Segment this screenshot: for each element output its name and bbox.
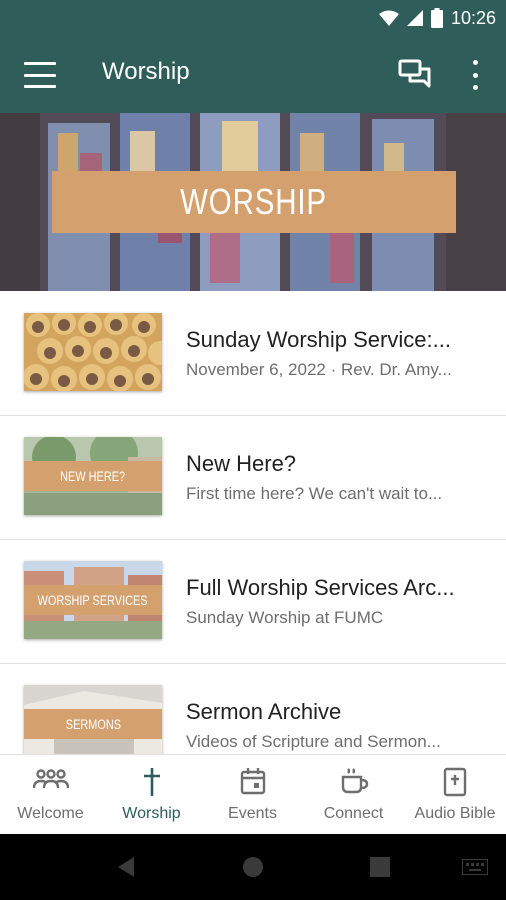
list-item-full-worship-services[interactable]: WORSHIP SERVICES Full Worship Services A… [0,539,506,664]
bible-icon [443,767,467,797]
people-icon [32,769,69,789]
signal-icon [406,10,423,26]
calendar-icon [240,768,265,795]
content-list: Sunday Worship Service:... November 6, 2… [0,291,506,754]
chat-icon[interactable] [398,58,432,90]
status-bar: 10:26 [0,0,506,36]
list-item-sermon-archive[interactable]: SERMONS Sermon Archive Videos of Scriptu… [0,663,506,754]
tab-welcome[interactable]: Welcome [0,755,101,835]
tab-label: Events [228,805,277,822]
recents-icon[interactable] [370,857,390,877]
bottom-navigation: Welcome Worship Events Connect Audio Bib… [0,754,506,835]
app-bar: Worship [0,36,506,113]
back-icon[interactable] [116,856,136,878]
list-item-new-here[interactable]: NEW HERE? New Here? First time here? We … [0,415,506,540]
system-navigation-bar [0,834,506,900]
cross-icon [143,768,160,796]
tab-worship[interactable]: Worship [101,755,202,835]
status-icons: 10:26 [378,6,496,30]
thumbnail-new-here: NEW HERE? [24,437,162,515]
tab-connect[interactable]: Connect [303,755,404,835]
item-title: Sermon Archive [186,699,342,724]
item-title: Full Worship Services Arc... [186,575,455,600]
tab-label: Connect [323,805,384,822]
thumbnail-sermons: SERMONS [24,685,162,754]
thumbnail-label: SERMONS [24,709,162,739]
thumbnail-label: NEW HERE? [24,461,162,491]
keyboard-icon[interactable] [462,859,488,875]
tab-audio-bible[interactable]: Audio Bible [404,755,506,835]
congregation-image [24,313,162,391]
tab-label: Welcome [17,805,84,822]
thumbnail-label: WORSHIP SERVICES [24,585,162,615]
thumbnail-congregation [24,313,162,391]
list-item-sunday-worship[interactable]: Sunday Worship Service:... November 6, 2… [0,291,506,416]
menu-icon[interactable] [24,62,56,88]
more-options-icon[interactable] [462,60,488,90]
tab-events[interactable]: Events [202,755,303,835]
hero-banner: WORSHIP [0,113,506,291]
item-subtitle: Videos of Scripture and Sermon... [186,732,441,751]
tab-label: Audio Bible [414,805,496,822]
wifi-icon [378,10,399,26]
item-title: New Here? [186,451,297,476]
hero-title-band: WORSHIP [52,171,456,233]
coffee-cup-icon [341,768,368,794]
item-subtitle: November 6, 2022 · Rev. Dr. Amy... [186,360,452,379]
battery-icon [430,8,443,28]
home-icon[interactable] [242,856,264,878]
hero-title: WORSHIP [180,181,328,222]
thumbnail-worship-services: WORSHIP SERVICES [24,561,162,639]
item-subtitle: First time here? We can't wait to... [186,484,443,503]
tab-label: Worship [122,805,181,822]
status-time: 10:26 [450,7,496,28]
item-subtitle: Sunday Worship at FUMC [186,608,384,627]
item-title: Sunday Worship Service:... [186,327,451,352]
page-title: Worship [102,58,190,85]
